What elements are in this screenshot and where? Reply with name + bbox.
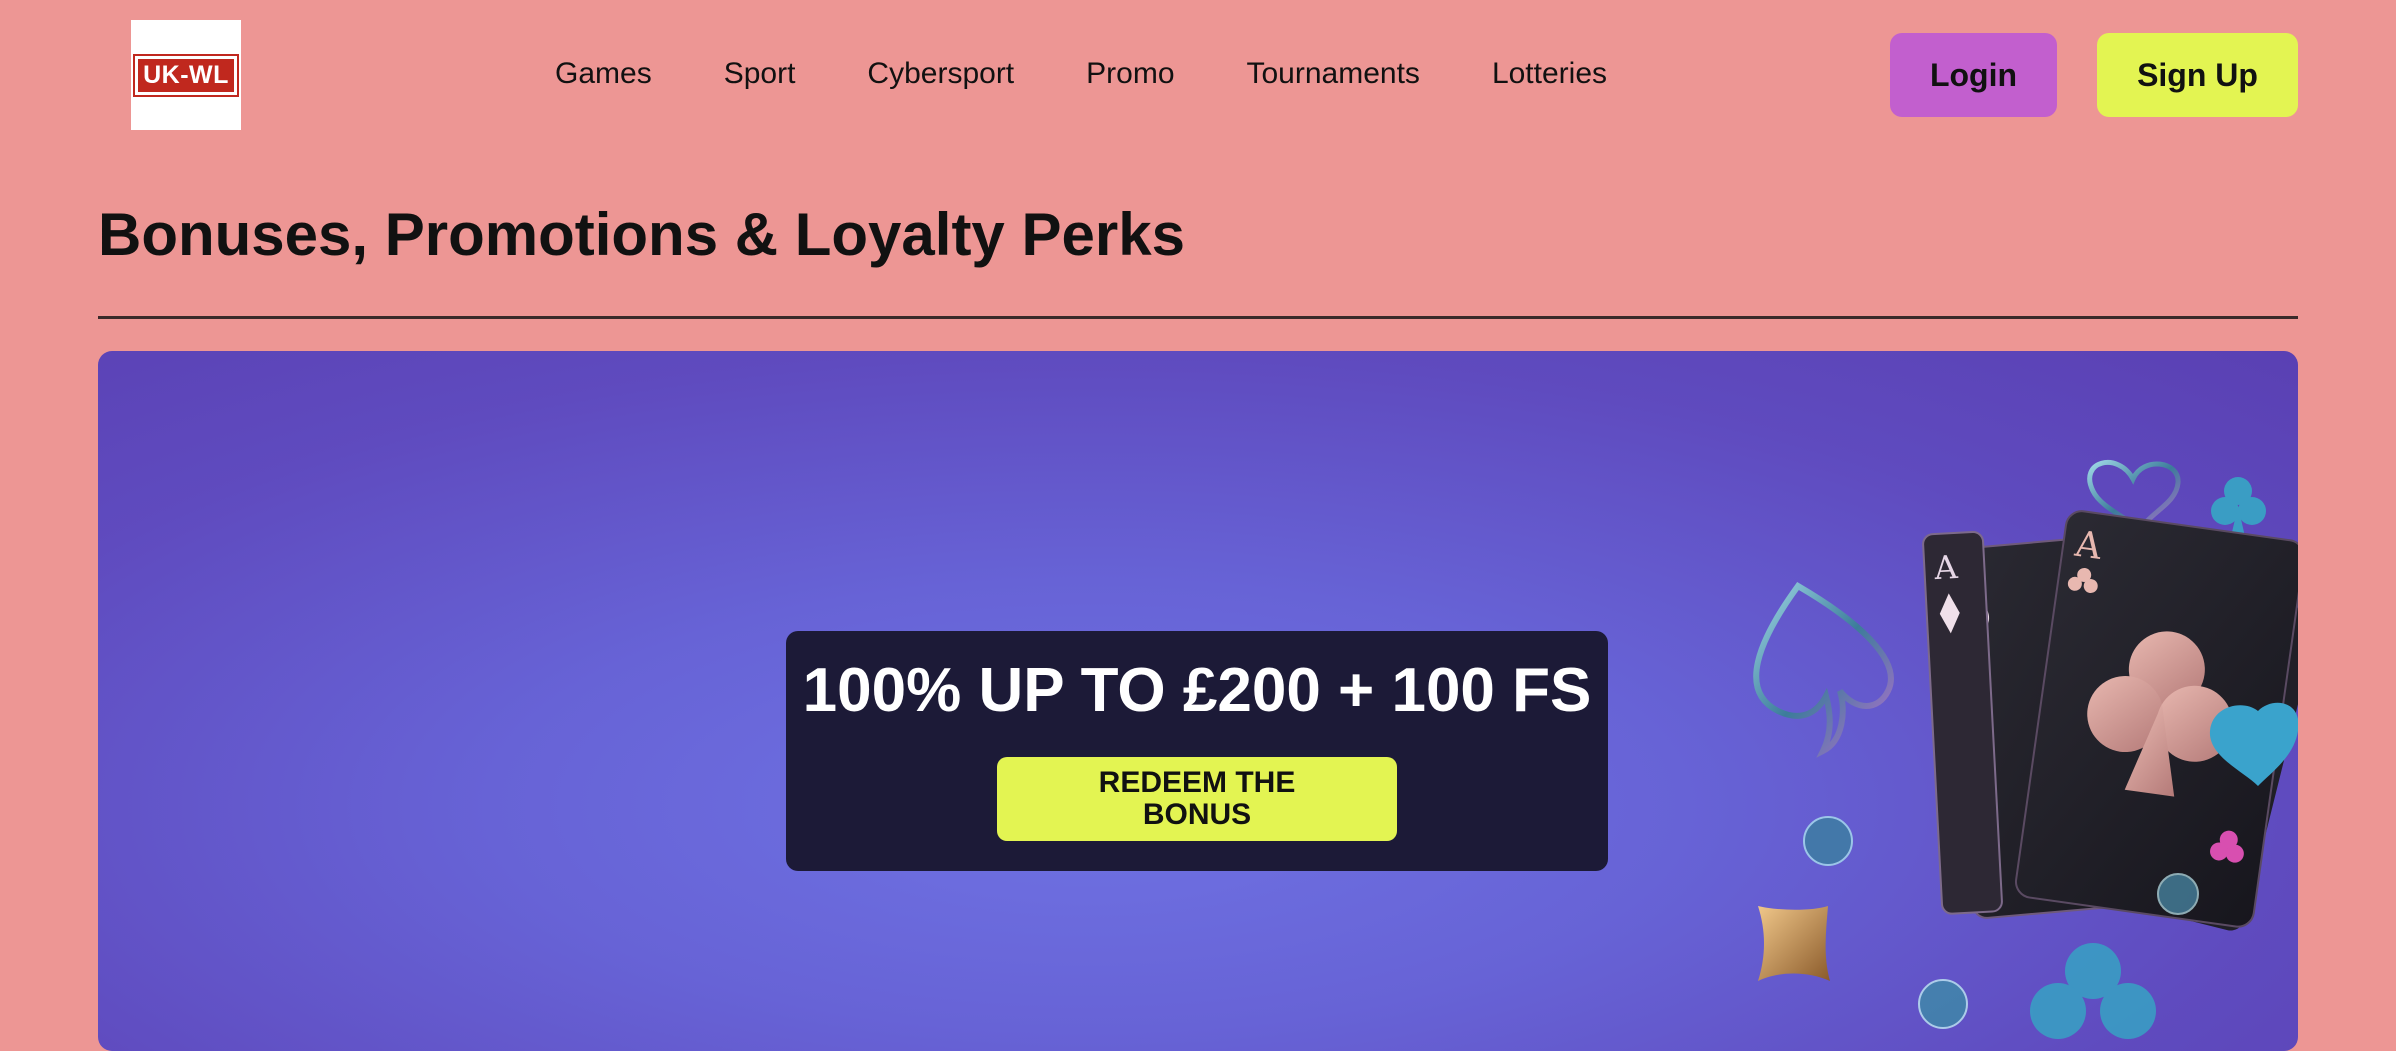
main-nav: Games Sport Cybersport Promo Tournaments… [555, 48, 1607, 100]
site-logo[interactable]: UK-WL [131, 20, 241, 130]
redeem-bonus-button[interactable]: REDEEM THE BONUS [997, 757, 1397, 841]
site-header: UK-WL Games Sport Cybersport Promo Tourn… [0, 0, 2396, 150]
nav-item-sport[interactable]: Sport [724, 57, 796, 91]
club-blue-bottom-icon [2030, 943, 2156, 1039]
title-divider [98, 316, 2298, 319]
offer-box: 100% UP TO £200 + 100 FS REDEEM THE BONU… [786, 631, 1608, 871]
nav-item-tournaments[interactable]: Tournaments [1247, 57, 1420, 91]
spade-outline-icon [1753, 582, 1894, 758]
login-button[interactable]: Login [1890, 33, 2057, 117]
nav-item-promo[interactable]: Promo [1086, 57, 1174, 91]
nav-item-cybersport[interactable]: Cybersport [867, 57, 1014, 91]
nav-item-games[interactable]: Games [555, 57, 652, 91]
playing-cards-aces-icon: A A A [1753, 460, 2298, 1039]
card-rank-1: A [1932, 548, 1959, 587]
offer-title: 100% UP TO £200 + 100 FS [802, 656, 1592, 725]
page-title: Bonuses, Promotions & Loyalty Perks [98, 201, 1185, 268]
redeem-bonus-label: REDEEM THE BONUS [1098, 766, 1296, 831]
diamond-gold-icon [1758, 906, 1830, 981]
logo-text: UK-WL [133, 53, 239, 97]
signup-button[interactable]: Sign Up [2097, 33, 2298, 117]
nav-item-lotteries[interactable]: Lotteries [1492, 57, 1607, 91]
promo-banner: 100% UP TO £200 + 100 FS REDEEM THE BONU… [98, 351, 2298, 1051]
